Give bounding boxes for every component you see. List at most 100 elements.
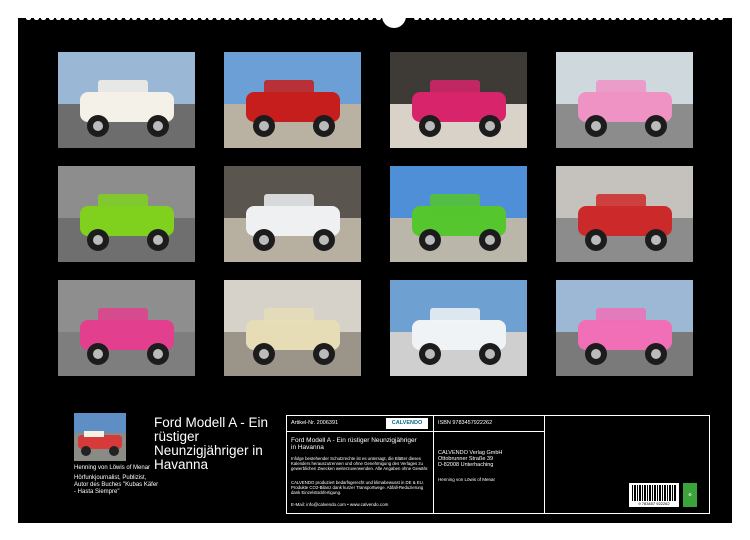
binding-hole [284, 17, 290, 20]
photo-pink-wheel-detail [58, 280, 195, 376]
binding-hole [48, 17, 54, 20]
binding-hole [710, 17, 715, 20]
binding-hole [155, 17, 161, 20]
binding-hole [261, 17, 267, 20]
binding-hole [413, 17, 419, 20]
binding-hole [558, 17, 563, 20]
publisher-city: D-82008 Unterhaching [438, 462, 494, 468]
calendar-title: Ford Modell A - Ein rüstiger Neunzigjähr… [154, 415, 269, 472]
binding-hole [497, 17, 503, 20]
binding-hole [474, 17, 480, 20]
binding-hole [634, 17, 639, 20]
photo-red-car-street [224, 52, 361, 148]
binding-hole [641, 17, 647, 20]
binding-hole [527, 17, 533, 20]
binding-hole [132, 17, 138, 20]
binding-hole [79, 17, 85, 20]
binding-hole [565, 17, 571, 20]
calvendo-logo: CALVENDO [386, 418, 428, 429]
binding-hole [314, 17, 320, 20]
photo-pink-car-rear [556, 280, 693, 376]
barcode: 9 783457 922262 [629, 483, 679, 507]
binding-hole [360, 17, 366, 20]
binding-hole [102, 17, 107, 20]
binding-hole [140, 17, 145, 20]
eco-badge-icon: ♻ [683, 483, 697, 507]
binding-hole [672, 17, 677, 20]
article-number: Artikel-Nr. 2006391 [291, 420, 339, 426]
binding-hole [269, 17, 275, 20]
binding-hole [330, 17, 335, 20]
binding-hole [421, 17, 427, 20]
binding-hole [185, 17, 191, 20]
binding-hole [489, 17, 495, 20]
binding-hole [702, 17, 708, 20]
binding-hole [200, 17, 206, 20]
photo-pink-convertible [556, 52, 693, 148]
binding-hole [611, 17, 617, 20]
info-title: Ford Modell A - Ein rüstiger Neunzigjähr… [291, 437, 417, 451]
email-web: E-Mail: info@calvendo.com • www.calvendo… [291, 502, 389, 507]
binding-hole [147, 17, 153, 20]
binding-hole [451, 17, 457, 20]
info-column-publisher: ISBN 9783457922262 CALVENDO Verlag GmbH … [434, 416, 545, 513]
binding-hole [33, 17, 39, 20]
photo-white-interior [224, 166, 361, 262]
author-credit: Henning von Löwis of Menar [438, 477, 496, 482]
binding-hole [71, 17, 77, 20]
binding-hole [86, 17, 92, 20]
calendar-back-sheet: Henning von Löwis of Menar Hörfunkjourna… [18, 16, 732, 523]
binding-hole [352, 17, 358, 20]
barcode-number: 9 783457 922262 [638, 501, 670, 506]
binding-hole [679, 17, 685, 20]
cover-thumbnail [74, 413, 126, 461]
binding-hole [520, 17, 525, 20]
binding-hole [64, 17, 69, 20]
binding-hole [459, 17, 465, 20]
info-column-barcode: 9 783457 922262 ♻ [545, 416, 709, 513]
binding-hole [307, 17, 313, 20]
binding-hole [254, 17, 259, 20]
binding-hole [322, 17, 328, 20]
binding-hole [337, 17, 343, 20]
binding-hole [299, 17, 305, 20]
binding-hole [41, 17, 47, 20]
binding-hole [436, 17, 442, 20]
binding-hole [94, 17, 100, 20]
photo-red-car-street-2 [556, 166, 693, 262]
binding-hole [466, 17, 472, 20]
isbn: ISBN 9783457922262 [438, 420, 493, 426]
binding-hole [626, 17, 632, 20]
hanger-cutout [382, 16, 406, 28]
binding-hole [656, 17, 662, 20]
photo-steering-wheel-pink [390, 52, 527, 148]
binding-hole [573, 17, 579, 20]
binding-hole [694, 17, 700, 20]
binding-hole [109, 17, 115, 20]
photo-cream-roadster [224, 280, 361, 376]
binding-hole [231, 17, 237, 20]
info-box: Artikel-Nr. 2006391 CALVENDO Ford Modell… [286, 415, 710, 514]
binding-hole [649, 17, 655, 20]
binding-hole [26, 17, 31, 20]
photo-green-car [58, 166, 195, 262]
binding-hole [208, 17, 214, 20]
author-bio: Hörfunkjournalist, Publizist, Autor des … [74, 475, 159, 495]
binding-hole [535, 17, 541, 20]
binding-hole [117, 17, 123, 20]
author-block: Henning von Löwis of Menar Hörfunkjourna… [74, 465, 159, 496]
binding-hole [238, 17, 244, 20]
barcode-bars [632, 485, 676, 501]
binding-hole [170, 17, 176, 20]
binding-hole [504, 17, 510, 20]
binding-hole [618, 17, 624, 20]
binding-hole [162, 17, 168, 20]
binding-hole [717, 17, 723, 20]
binding-hole [444, 17, 449, 20]
binding-hole [193, 17, 199, 20]
binding-hole [375, 17, 381, 20]
legal-text-1: Infolge bestehender Schutzrechte ist es … [291, 456, 429, 471]
binding-hole [368, 17, 373, 20]
binding-hole [588, 17, 594, 20]
legal-text-2: CALVENDO produziert bedarfsgerecht und k… [291, 480, 424, 495]
